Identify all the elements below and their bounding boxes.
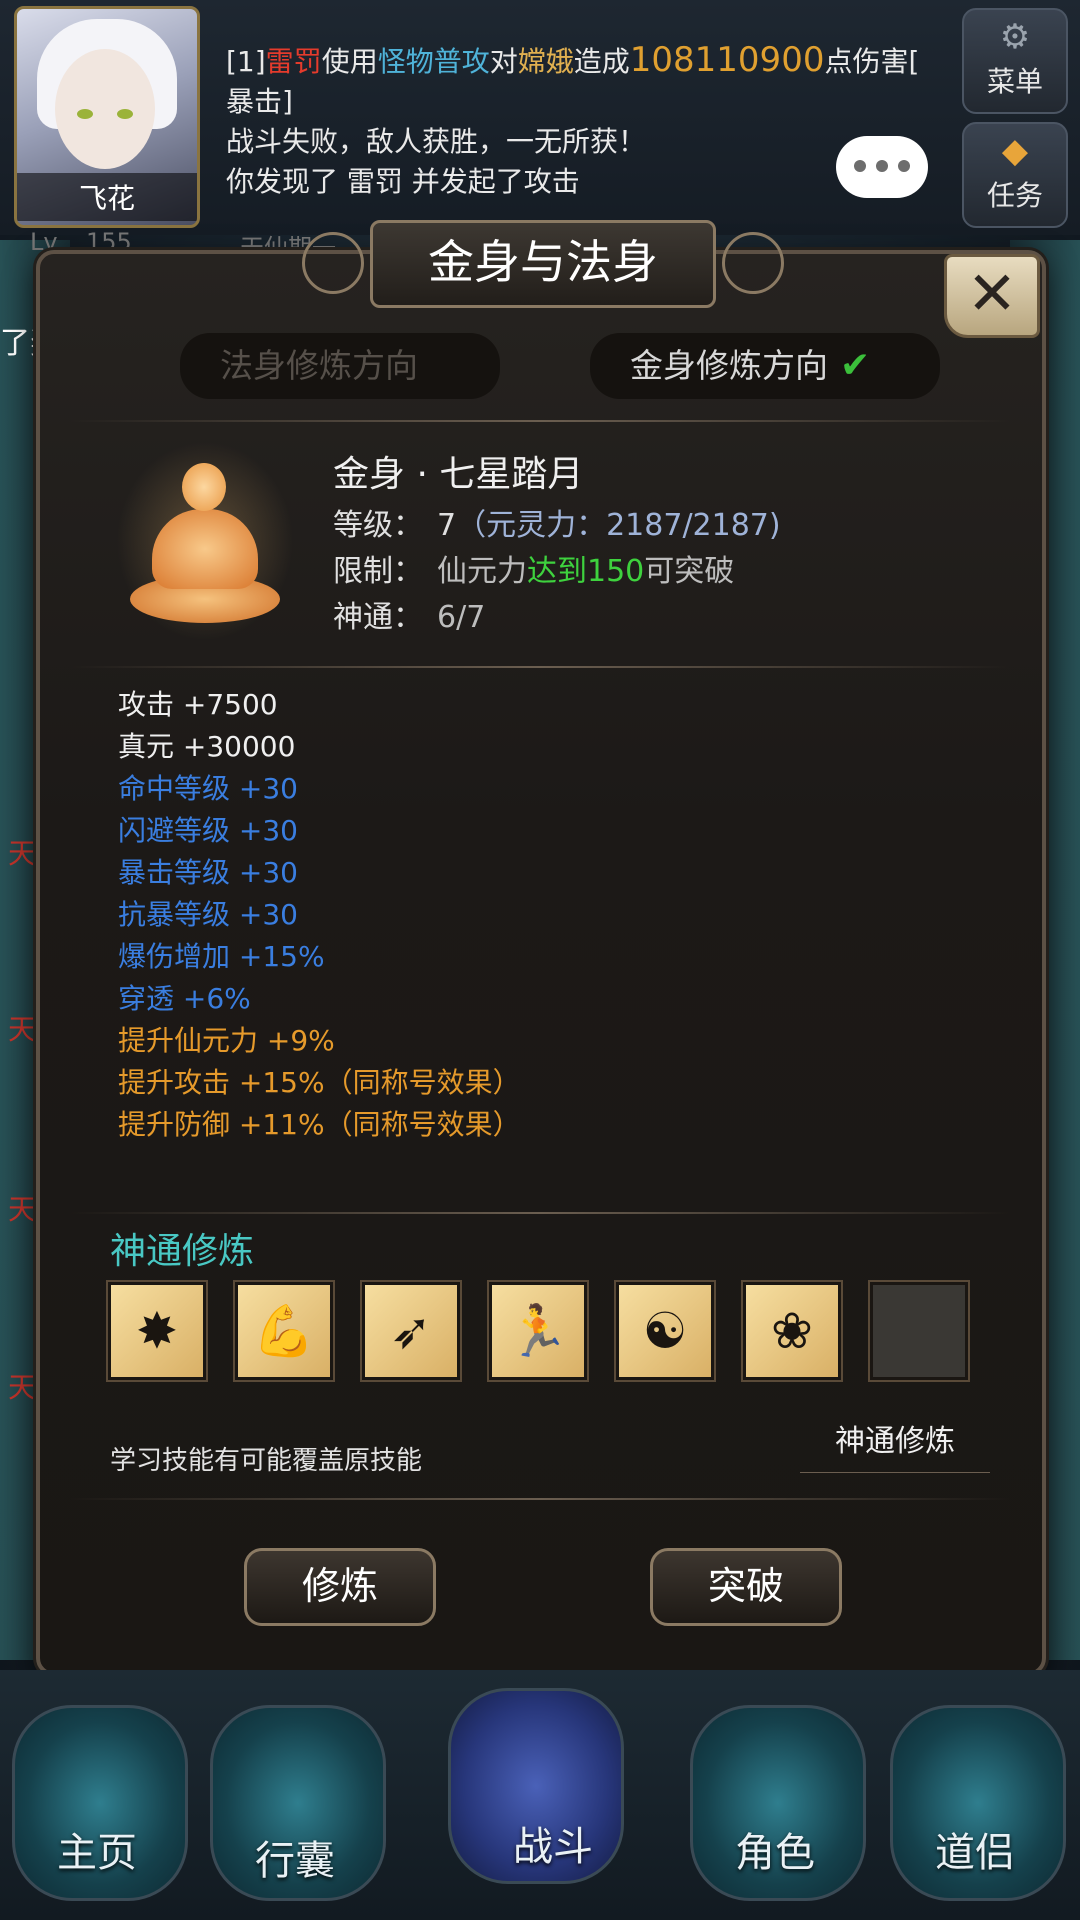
title-ornament — [722, 232, 784, 294]
gear-icon: ⚙ — [999, 17, 1031, 57]
tab-fashen-label: 法身修炼方向 — [220, 346, 418, 385]
attr-line: 真元 +30000 — [118, 730, 296, 763]
skills-title: 神通修炼 — [110, 1231, 255, 1272]
background-red-char: 天 — [8, 1013, 37, 1046]
attr-line: 提升仙元力 +9% — [118, 1024, 335, 1057]
log-skill: 怪物普攻 — [377, 45, 490, 78]
log-text: 对 — [489, 45, 518, 78]
divider — [70, 666, 1010, 668]
log-attacker: 雷罚 — [265, 45, 322, 78]
tab-bar: 法身修炼方向 金身修炼方向 ✔ — [180, 333, 940, 399]
skills-tip: 学习技能有可能覆盖原技能 — [110, 1446, 423, 1476]
breakthrough-button[interactable]: 突破 — [650, 1548, 842, 1626]
level-value: 7 — [437, 508, 457, 543]
level-row: 等级： 7（元灵力：2187/2187) — [333, 503, 781, 549]
player-name: 飞花 — [17, 173, 197, 221]
tab-jinshen[interactable]: 金身修炼方向 ✔ — [590, 333, 940, 399]
log-line-2: 暴击] — [226, 85, 293, 118]
log-text: 点伤害[ — [824, 45, 920, 78]
tab-fashen[interactable]: 法身修炼方向 — [180, 333, 500, 399]
background-red-char: 天 — [8, 837, 37, 870]
background-red-char: 天 — [8, 1193, 37, 1226]
limit-label: 限制： — [333, 554, 423, 589]
level-label: 等级： — [333, 508, 423, 543]
shentong-value: 6/7 — [437, 600, 486, 635]
log-text: 造成 — [573, 45, 630, 78]
limit-text: 仙元力 — [437, 554, 527, 589]
check-icon: ✔ — [840, 345, 871, 386]
chat-bubble-icon[interactable] — [836, 136, 928, 198]
task-gem-icon: ◆ — [1001, 131, 1029, 171]
divider — [70, 420, 1010, 422]
avatar-eye — [77, 109, 93, 119]
lotus-skill-icon[interactable]: ❀ — [743, 1282, 841, 1380]
nav-partner-label: 道侣 — [935, 1830, 1015, 1876]
player-avatar[interactable]: 飞花 — [14, 6, 200, 228]
background-red-char: 天 — [8, 1371, 37, 1404]
avatar-face — [55, 49, 155, 169]
close-icon: ✕ — [966, 259, 1018, 329]
attr-line: 暴击等级 +30 — [118, 856, 298, 889]
train-button[interactable]: 修炼 — [244, 1548, 436, 1626]
divider — [70, 1212, 1010, 1214]
avatar-eye — [117, 109, 133, 119]
dialog-title: 金身与法身 — [370, 220, 716, 308]
limit-highlight: 达到150 — [527, 554, 645, 589]
skill-slots: ✸ 💪 ➶ 🏃 ☯ ❀ — [104, 1282, 984, 1380]
task-label: 任务 — [986, 179, 1043, 212]
menu-button[interactable]: ⚙ 菜单 — [962, 8, 1068, 114]
title-ornament — [302, 232, 364, 294]
attr-line: 命中等级 +30 — [118, 772, 298, 805]
body-name: 金身 · 七星踏月 — [333, 454, 584, 495]
empty-skill-slot[interactable] — [870, 1282, 968, 1380]
attr-line: 攻击 +7500 — [118, 688, 278, 721]
arm-strength-skill-icon[interactable]: 💪 — [235, 1282, 333, 1380]
arrows-skill-icon[interactable]: ➶ — [362, 1282, 460, 1380]
tab-jinshen-label: 金身修炼方向 — [630, 346, 828, 385]
attribute-list: 攻击 +7500 真元 +30000 命中等级 +30 闪避等级 +30 暴击等… — [118, 684, 521, 1146]
level-sub: （元灵力：2187/2187) — [456, 508, 781, 543]
dash-kick-skill-icon[interactable]: 🏃 — [489, 1282, 587, 1380]
nav-role-label: 角色 — [735, 1830, 815, 1876]
limit-row: 限制： 仙元力达到150可突破 — [333, 549, 781, 595]
skill-train-link[interactable]: 神通修炼 — [800, 1412, 990, 1473]
attr-line: 提升攻击 +15%（同称号效果） — [118, 1066, 521, 1099]
attr-line: 爆伤增加 +15% — [118, 940, 325, 973]
attr-line: 闪避等级 +30 — [118, 814, 298, 847]
golden-body-statue-icon — [116, 441, 294, 641]
nav-bag-label: 行囊 — [255, 1838, 335, 1884]
close-button[interactable]: ✕ — [944, 254, 1040, 338]
divider — [70, 1498, 1010, 1500]
nav-battle-label: 战斗 — [513, 1824, 593, 1870]
attr-line: 提升防御 +11%（同称号效果） — [118, 1108, 521, 1141]
nav-home-label: 主页 — [57, 1830, 137, 1876]
burst-skill-icon[interactable]: ✸ — [108, 1282, 206, 1380]
swirl-skill-icon[interactable]: ☯ — [616, 1282, 714, 1380]
attr-line: 穿透 +6% — [118, 982, 251, 1015]
limit-text: 可突破 — [644, 554, 735, 589]
log-line-1: [1]雷罚使用怪物普攻对嫦娥造成108110900点伤害[ — [226, 40, 946, 82]
task-button[interactable]: ◆ 任务 — [962, 122, 1068, 228]
body-info: 金身 · 七星踏月 等级： 7（元灵力：2187/2187) 限制： 仙元力达到15… — [333, 445, 781, 641]
shentong-label: 神通： — [333, 600, 423, 635]
shentong-row: 神通： 6/7 — [333, 595, 781, 641]
log-prefix: [1] — [226, 45, 266, 78]
log-target: 嫦娥 — [517, 45, 574, 78]
menu-label: 菜单 — [986, 65, 1043, 98]
log-text: 使用 — [321, 45, 378, 78]
log-damage: 108110900 — [629, 40, 825, 80]
attr-line: 抗暴等级 +30 — [118, 898, 298, 931]
